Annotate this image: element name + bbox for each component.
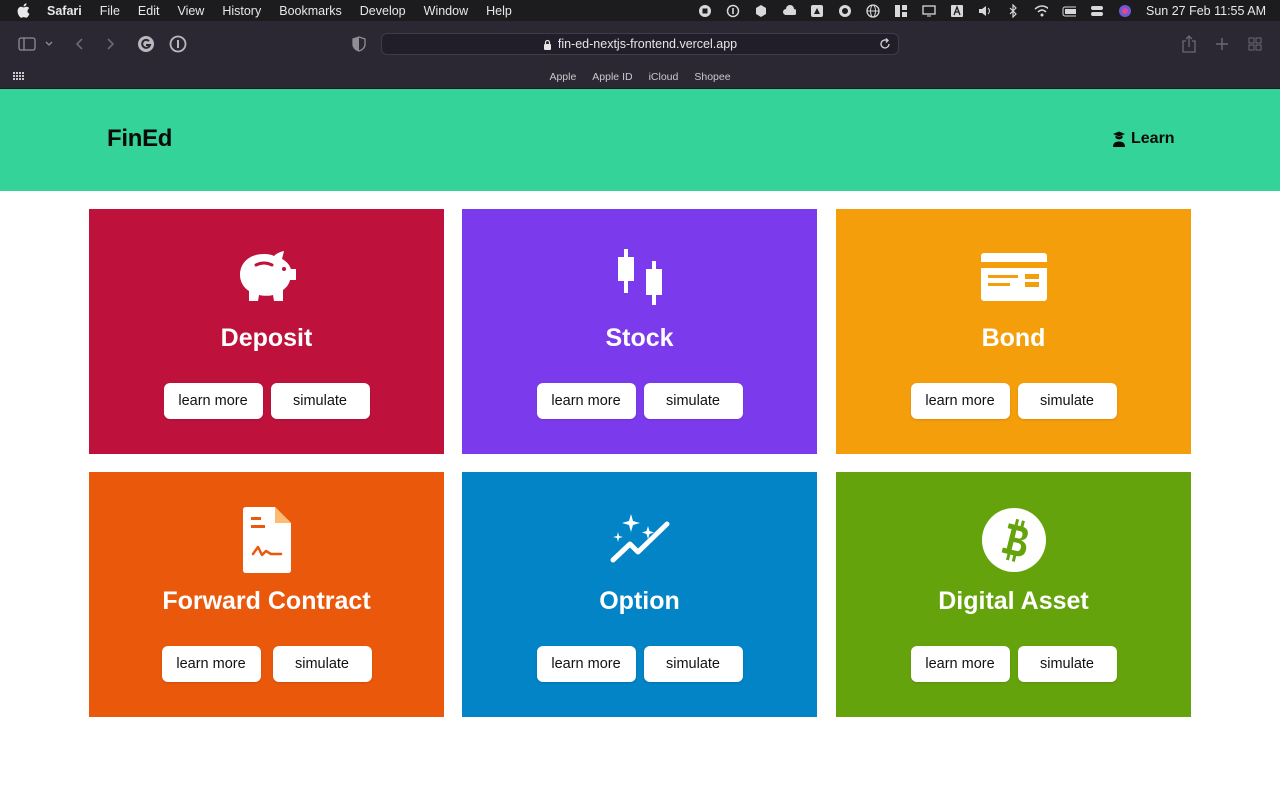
simulate-button[interactable]: simulate: [643, 383, 743, 419]
card-bond: Bond learn more simulate: [836, 209, 1191, 454]
onepassword-extension-icon[interactable]: [169, 33, 187, 55]
site-header: FinEd Learn: [0, 89, 1280, 191]
learn-more-button[interactable]: learn more: [910, 383, 1010, 419]
menu-app-safari[interactable]: Safari: [47, 4, 82, 18]
drive-icon[interactable]: [810, 4, 824, 17]
sidebar-chevron-down-icon[interactable]: [44, 33, 54, 55]
card-forward-contract: Forward Contract learn more simulate: [89, 472, 444, 717]
input-source-icon[interactable]: [950, 4, 964, 17]
extension-icon[interactable]: [754, 4, 768, 17]
nav-learn-label: Learn: [1131, 130, 1175, 147]
favorites-grid-icon[interactable]: [13, 72, 25, 84]
forward-icon[interactable]: [106, 33, 116, 55]
lock-icon: [543, 39, 553, 50]
card-option: Option learn more simulate: [462, 472, 817, 717]
card-title: Bond: [981, 324, 1046, 352]
bluetooth-icon[interactable]: [1006, 3, 1020, 18]
card-digital-asset: Digital Asset learn more simulate: [836, 472, 1191, 717]
graduate-icon: [1112, 131, 1126, 147]
card-title: Option: [599, 587, 680, 615]
address-url: fin-ed-nextjs-frontend.vercel.app: [557, 37, 738, 51]
sparkle-trend-icon: [462, 512, 817, 564]
onepassword-icon[interactable]: [726, 4, 740, 17]
cloud-icon[interactable]: [782, 4, 796, 17]
simulate-button[interactable]: simulate: [272, 646, 372, 682]
menu-window[interactable]: Window: [424, 4, 468, 18]
menu-view[interactable]: View: [177, 4, 204, 18]
menubar-clock[interactable]: Sun 27 Feb 11:55 AM: [1146, 4, 1266, 18]
share-icon[interactable]: [1182, 33, 1196, 55]
apple-menu-icon[interactable]: [17, 3, 31, 18]
favorite-shopee[interactable]: Shopee: [694, 71, 730, 83]
privacy-shield-icon[interactable]: [352, 33, 366, 55]
contract-document-icon: [89, 507, 444, 573]
card-title: Stock: [605, 324, 674, 352]
learn-more-button[interactable]: learn more: [163, 383, 263, 419]
favorite-apple-id[interactable]: Apple ID: [592, 71, 632, 83]
reload-icon[interactable]: [878, 37, 892, 51]
learn-more-button[interactable]: learn more: [161, 646, 261, 682]
card-deposit: Deposit learn more simulate: [89, 209, 444, 454]
grammarly-extension-icon[interactable]: [137, 33, 155, 55]
learn-more-button[interactable]: learn more: [536, 646, 636, 682]
wifi-icon[interactable]: [1034, 4, 1048, 17]
battery-icon[interactable]: [1062, 5, 1076, 17]
nav-learn-link[interactable]: Learn: [1112, 130, 1175, 148]
favorite-icloud[interactable]: iCloud: [649, 71, 679, 83]
simulate-button[interactable]: simulate: [270, 383, 370, 419]
menu-bookmarks[interactable]: Bookmarks: [279, 4, 342, 18]
grammarly-icon[interactable]: [838, 4, 852, 17]
menu-help[interactable]: Help: [486, 4, 512, 18]
learn-more-button[interactable]: learn more: [910, 646, 1010, 682]
candlestick-icon: [462, 249, 817, 305]
volume-icon[interactable]: [978, 5, 992, 17]
macos-menu-bar: Safari File Edit View History Bookmarks …: [0, 0, 1280, 21]
record-icon[interactable]: [698, 4, 712, 17]
simulate-button[interactable]: simulate: [1017, 383, 1117, 419]
menu-file[interactable]: File: [100, 4, 120, 18]
site-logo[interactable]: FinEd: [107, 125, 172, 153]
menu-develop[interactable]: Develop: [360, 4, 406, 18]
learn-more-button[interactable]: learn more: [536, 383, 636, 419]
piggy-bank-icon: [89, 251, 444, 303]
simulate-button[interactable]: simulate: [643, 646, 743, 682]
display-icon[interactable]: [922, 4, 936, 17]
siri-icon[interactable]: [1118, 4, 1132, 17]
control-center-icon[interactable]: [1090, 5, 1104, 17]
bitcoin-icon: [836, 508, 1191, 572]
favorite-apple[interactable]: Apple: [549, 71, 576, 83]
back-icon[interactable]: [74, 33, 84, 55]
menu-edit[interactable]: Edit: [138, 4, 160, 18]
globe-icon[interactable]: [866, 3, 880, 18]
new-tab-icon[interactable]: [1215, 33, 1229, 55]
card-title: Deposit: [220, 324, 313, 352]
card-title: Forward Contract: [162, 587, 371, 615]
address-bar[interactable]: fin-ed-nextjs-frontend.vercel.app: [381, 33, 899, 55]
favorites-bar: Apple Apple ID iCloud Shopee: [0, 66, 1280, 89]
simulate-button[interactable]: simulate: [1017, 646, 1117, 682]
tab-overview-icon[interactable]: [1248, 33, 1262, 55]
card-stock: Stock learn more simulate: [462, 209, 817, 454]
browser-toolbar: fin-ed-nextjs-frontend.vercel.app: [0, 21, 1280, 66]
menu-history[interactable]: History: [222, 4, 261, 18]
sidebar-toggle-icon[interactable]: [18, 33, 36, 55]
layout-icon[interactable]: [894, 4, 908, 17]
card-title: Digital Asset: [938, 587, 1089, 615]
cheque-icon: [836, 253, 1191, 301]
